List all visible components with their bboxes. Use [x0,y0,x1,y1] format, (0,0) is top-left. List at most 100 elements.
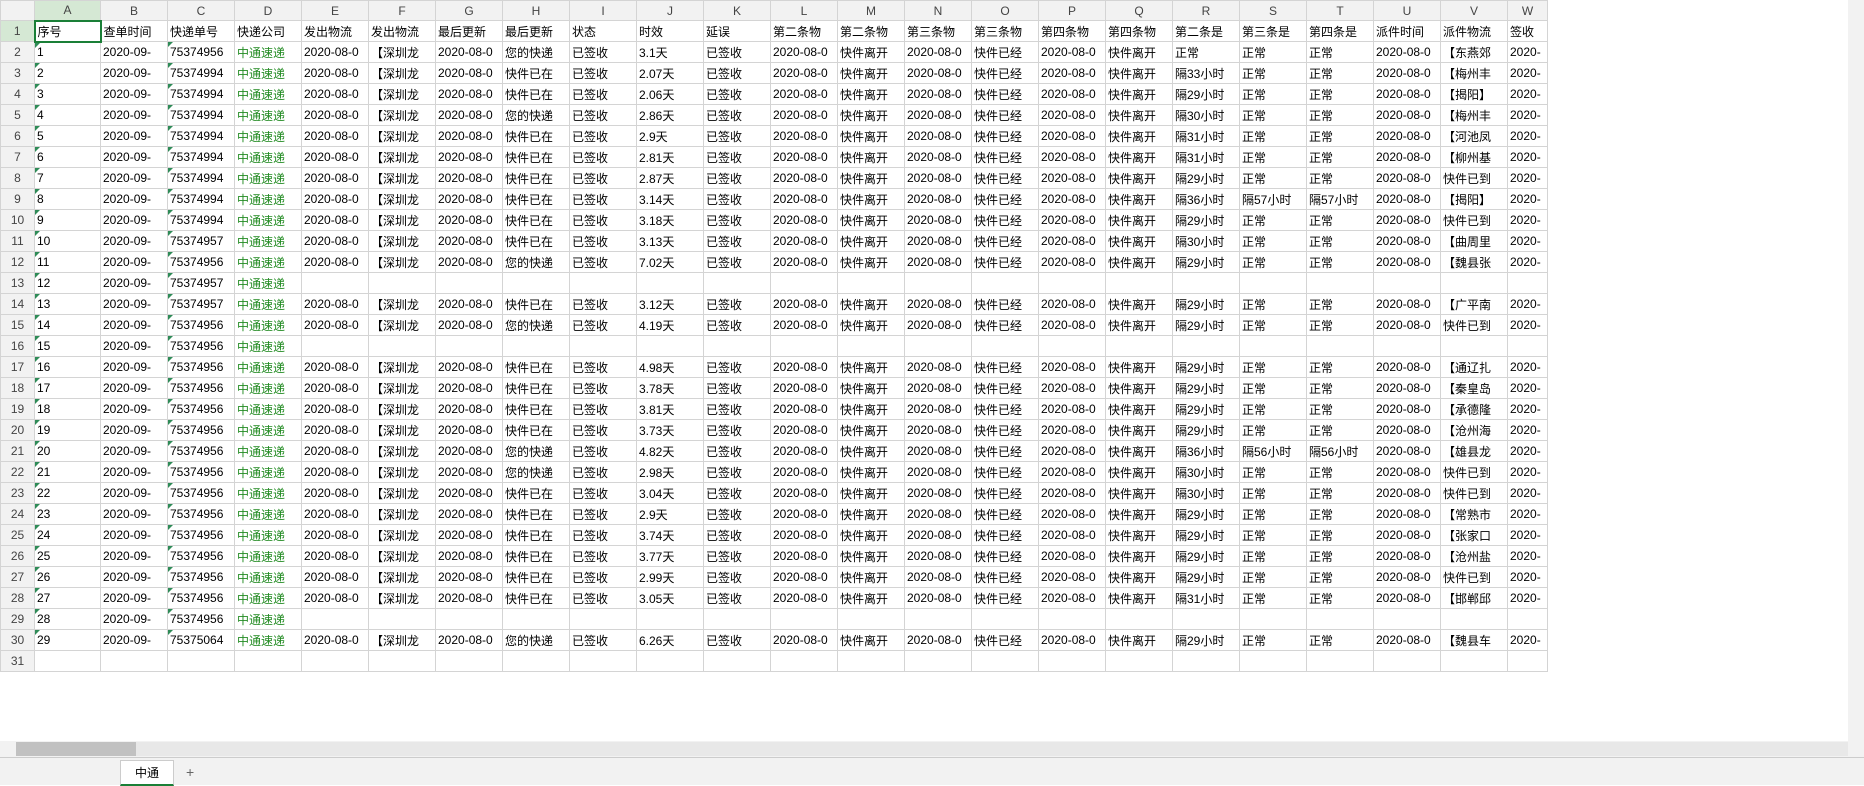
cell[interactable]: 75374956 [168,441,235,462]
cell[interactable] [369,609,436,630]
cell[interactable]: 已签收 [570,84,637,105]
cell[interactable] [1240,609,1307,630]
cell[interactable]: 已签收 [704,630,771,651]
cell[interactable]: 75374994 [168,168,235,189]
cell[interactable]: 第二条物 [771,21,838,42]
cell[interactable]: 【揭阳】 [1441,84,1508,105]
cell[interactable]: 正常 [1307,210,1374,231]
cell[interactable] [168,651,235,672]
cell[interactable]: 3.1天 [637,42,704,63]
cell[interactable]: 快件已经 [972,357,1039,378]
cell[interactable] [905,273,972,294]
hscroll-track[interactable] [16,742,1848,756]
cell[interactable]: 2020-09- [101,630,168,651]
cell[interactable]: 正常 [1240,399,1307,420]
cell[interactable]: 【雄县龙 [1441,441,1508,462]
cell[interactable]: 正常 [1240,105,1307,126]
cell[interactable] [302,336,369,357]
cell[interactable]: 2020-08-0 [302,630,369,651]
cell[interactable]: 2020- [1508,378,1548,399]
cell[interactable]: 2020-08-0 [1039,231,1106,252]
cell[interactable]: 2020-08-0 [771,147,838,168]
cell[interactable]: 3.13天 [637,231,704,252]
cell[interactable] [1173,651,1240,672]
cell[interactable]: 快件离开 [838,462,905,483]
cell[interactable]: 正常 [1307,567,1374,588]
cell[interactable] [1173,336,1240,357]
cell[interactable]: 2020-08-0 [771,462,838,483]
cell[interactable]: 快件离开 [1106,63,1173,84]
cell[interactable]: 2020-08-0 [436,483,503,504]
cell[interactable]: 2020-08-0 [302,588,369,609]
cell[interactable]: 2020-08-0 [1039,252,1106,273]
cell[interactable]: 【深圳龙 [369,189,436,210]
cell[interactable]: 快件已在 [503,546,570,567]
cell[interactable]: 2020-08-0 [771,525,838,546]
cell[interactable]: 75374956 [168,357,235,378]
cell[interactable]: 已签收 [704,504,771,525]
cell[interactable]: 已签收 [570,294,637,315]
cell[interactable]: 2020-08-0 [1374,105,1441,126]
cell[interactable]: 正常 [1307,525,1374,546]
cell[interactable]: 正常 [1173,42,1240,63]
column-header-B[interactable]: B [101,1,168,21]
cell[interactable]: 已签收 [570,210,637,231]
cell[interactable]: 快件已在 [503,63,570,84]
cell[interactable]: 快件离开 [1106,189,1173,210]
cell[interactable]: 正常 [1240,42,1307,63]
cell[interactable]: 2020-08-0 [1039,63,1106,84]
cell[interactable]: 2020-08-0 [1374,441,1441,462]
cell[interactable] [771,651,838,672]
cell[interactable]: 19 [35,420,101,441]
cell[interactable]: 已签收 [570,483,637,504]
cell[interactable]: 快件离开 [1106,441,1173,462]
cell[interactable]: 快件已经 [972,441,1039,462]
cell[interactable]: 最后更新 [503,21,570,42]
cell[interactable]: 快件已到 [1441,210,1508,231]
row-header-7[interactable]: 7 [1,147,35,168]
cell[interactable]: 2020-08-0 [1374,588,1441,609]
cell[interactable] [1106,273,1173,294]
cell[interactable]: 中通速递 [235,168,302,189]
cell[interactable] [369,336,436,357]
cell[interactable] [1441,273,1508,294]
cell[interactable]: 正常 [1240,546,1307,567]
cell[interactable]: 【深圳龙 [369,504,436,525]
cell[interactable]: 2020-09- [101,399,168,420]
cell[interactable]: 快件离开 [838,189,905,210]
cell[interactable]: 正常 [1307,168,1374,189]
cell[interactable] [1039,336,1106,357]
cell[interactable]: 2020-08-0 [436,315,503,336]
cell[interactable]: 中通速递 [235,126,302,147]
cell[interactable]: 快件已在 [503,231,570,252]
cell[interactable]: 2020-08-0 [436,126,503,147]
cell[interactable]: 2020-08-0 [905,378,972,399]
cell[interactable]: 2020-08-0 [302,483,369,504]
cell[interactable]: 已签收 [570,441,637,462]
cell[interactable]: 中通速递 [235,357,302,378]
cell[interactable]: 中通速递 [235,42,302,63]
cell[interactable]: 隔31小时 [1173,147,1240,168]
cell[interactable]: 快件离开 [838,483,905,504]
cell[interactable]: 2020-08-0 [436,294,503,315]
cell[interactable]: 2020-08-0 [905,630,972,651]
cell[interactable]: 2.9天 [637,126,704,147]
cell[interactable]: 3.04天 [637,483,704,504]
cell[interactable]: 2020-08-0 [1039,126,1106,147]
cell[interactable]: 已签收 [704,441,771,462]
cell[interactable]: 2020-09- [101,525,168,546]
cell[interactable]: 2020-08-0 [1374,525,1441,546]
cell[interactable]: 2020- [1508,168,1548,189]
cell[interactable]: 【深圳龙 [369,231,436,252]
cell[interactable] [570,609,637,630]
cell[interactable] [503,336,570,357]
cell[interactable] [637,609,704,630]
cell[interactable]: 75374956 [168,609,235,630]
cell[interactable]: 【魏县张 [1441,252,1508,273]
cell[interactable]: 快件已经 [972,147,1039,168]
cell[interactable]: 已签收 [570,357,637,378]
row-header-17[interactable]: 17 [1,357,35,378]
cell[interactable]: 2020-09- [101,357,168,378]
cell[interactable] [436,273,503,294]
cell[interactable] [570,651,637,672]
